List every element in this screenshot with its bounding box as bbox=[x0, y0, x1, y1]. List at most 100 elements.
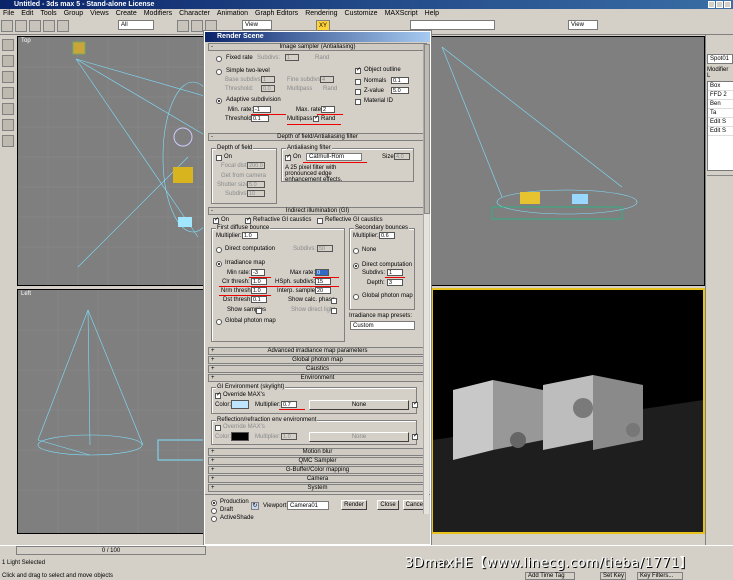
dof-on-checkbox[interactable] bbox=[216, 155, 222, 161]
gi-on-checkbox[interactable] bbox=[213, 216, 219, 224]
rollout-collapsed[interactable]: + Caustics bbox=[208, 365, 427, 373]
menu-item[interactable]: MAXScript bbox=[385, 9, 418, 18]
rollout-collapsed[interactable]: + Advanced irradiance map parameters bbox=[208, 347, 427, 355]
axis-xy-button[interactable]: XY bbox=[316, 20, 330, 31]
activeshade-radio[interactable] bbox=[211, 516, 217, 522]
refl-env-color-swatch[interactable] bbox=[231, 432, 249, 441]
undo-icon[interactable] bbox=[1, 20, 13, 32]
modifier-stack-item[interactable]: Edit S bbox=[708, 127, 733, 136]
gi-subdivs-spinner[interactable]: 50 bbox=[317, 245, 333, 252]
refractive-caustics-checkbox[interactable] bbox=[245, 216, 251, 224]
fine-subdivs-spinner[interactable]: 4 bbox=[320, 76, 334, 83]
fixed-rate-radio[interactable] bbox=[216, 56, 222, 62]
depth-spinner[interactable]: 3 bbox=[387, 279, 403, 286]
irradiance-presets-dropdown[interactable]: Custom bbox=[350, 321, 415, 330]
bind-icon[interactable] bbox=[57, 20, 69, 32]
modifier-stack-item[interactable]: Edit S bbox=[708, 118, 733, 127]
gi-env-map-checkbox[interactable] bbox=[412, 400, 418, 408]
subdivs-spinner[interactable]: 1 bbox=[285, 54, 299, 61]
view-dropdown[interactable]: View bbox=[568, 20, 598, 30]
show-samples-checkbox[interactable] bbox=[256, 308, 262, 314]
menu-item[interactable]: Graph Editors bbox=[255, 9, 298, 18]
zvalue-checkbox[interactable] bbox=[355, 89, 361, 95]
material-id-checkbox[interactable] bbox=[355, 99, 361, 105]
irradiance-map-radio[interactable] bbox=[216, 261, 222, 267]
modifier-stack-item[interactable]: FFD 2 bbox=[708, 91, 733, 100]
global-photon-radio[interactable] bbox=[216, 319, 222, 325]
reflective-caustics-checkbox[interactable] bbox=[317, 218, 323, 224]
dst-thresh-spinner[interactable]: 0.1 bbox=[251, 296, 267, 303]
viewport-left[interactable]: Left bbox=[17, 289, 207, 534]
set-key-button[interactable]: Set Key bbox=[600, 572, 626, 580]
modifier-stack-item[interactable]: Ta bbox=[708, 109, 733, 118]
add-time-tag[interactable]: Add Time Tag bbox=[525, 572, 575, 580]
menu-item[interactable]: Tools bbox=[40, 9, 56, 18]
tool-icon[interactable] bbox=[2, 119, 14, 131]
close-button[interactable]: Close bbox=[377, 500, 399, 510]
redo-icon[interactable] bbox=[15, 20, 27, 32]
window-controls[interactable] bbox=[708, 1, 731, 8]
selection-filter[interactable]: All bbox=[118, 20, 154, 30]
ref-coord-dropdown[interactable]: View bbox=[242, 20, 272, 30]
menu-item[interactable]: Animation bbox=[217, 9, 248, 18]
refl-env-multiplier-spinner[interactable]: 1.0 bbox=[281, 433, 297, 440]
focal-dist-spinner[interactable]: 200.0 bbox=[247, 162, 265, 169]
modifier-list[interactable]: Modifier L bbox=[707, 67, 733, 79]
aa-filter-dropdown[interactable]: Catmull-Rom bbox=[306, 153, 362, 161]
shutter-spinner[interactable]: 5.0 bbox=[247, 181, 265, 188]
dof-subdivs-spinner[interactable]: 10 bbox=[247, 190, 265, 197]
modifier-stack-item[interactable]: Ben bbox=[708, 100, 733, 109]
rollout-collapsed[interactable]: + System bbox=[208, 484, 427, 492]
link-icon[interactable] bbox=[29, 20, 41, 32]
time-slider[interactable]: 0 / 100 bbox=[16, 546, 206, 555]
viewport-camera[interactable] bbox=[431, 288, 705, 534]
viewport-dropdown[interactable]: Camera01 bbox=[287, 501, 329, 510]
named-selection[interactable] bbox=[410, 20, 495, 30]
rollout-collapsed[interactable]: + QMC Sampler bbox=[208, 457, 427, 465]
menu-item[interactable]: Customize bbox=[345, 9, 378, 18]
gi-multiplier-spinner[interactable]: 1.0 bbox=[242, 232, 258, 239]
secondary-none-radio[interactable] bbox=[353, 248, 359, 254]
gi-env-multiplier-spinner[interactable]: 0.7 bbox=[281, 401, 297, 408]
modifier-stack-item[interactable]: Box bbox=[708, 82, 733, 91]
rotate-icon[interactable] bbox=[191, 20, 203, 32]
threshold-spinner[interactable]: 0.1 bbox=[251, 115, 269, 122]
sec-subdivs-spinner[interactable]: 1 bbox=[387, 269, 403, 276]
draft-radio[interactable] bbox=[211, 508, 217, 514]
menu-item[interactable]: File bbox=[3, 9, 14, 18]
max-rate-spinner[interactable]: 2 bbox=[321, 106, 335, 113]
key-filters-button[interactable]: Key Filters... bbox=[637, 572, 683, 580]
menu-item[interactable]: Create bbox=[116, 9, 137, 18]
nrm-thresh-spinner[interactable]: 1.0 bbox=[251, 287, 267, 294]
production-radio[interactable] bbox=[211, 500, 217, 506]
normals-spinner[interactable]: 0.1 bbox=[391, 77, 409, 84]
rollout-collapsed[interactable]: + G-Buffer/Color mapping bbox=[208, 466, 427, 474]
rollout-collapsed[interactable]: + Camera bbox=[208, 475, 427, 483]
menu-item[interactable]: Group bbox=[64, 9, 83, 18]
gi-env-color-swatch[interactable] bbox=[231, 400, 249, 409]
menu-item[interactable]: Help bbox=[425, 9, 439, 18]
rollout-collapsed[interactable]: + Environment bbox=[208, 374, 427, 382]
object-name-field[interactable]: Spot01 bbox=[707, 54, 733, 64]
refl-env-override-checkbox[interactable] bbox=[215, 425, 221, 431]
tool-icon[interactable] bbox=[2, 135, 14, 147]
viewport-top[interactable]: Top bbox=[17, 36, 207, 286]
multipass-checkbox[interactable] bbox=[313, 114, 319, 122]
menu-item[interactable]: Rendering bbox=[305, 9, 337, 18]
clr-thresh-spinner[interactable]: 1.0 bbox=[251, 278, 267, 285]
close-icon[interactable] bbox=[724, 1, 731, 8]
direct-computation-radio[interactable] bbox=[216, 247, 222, 253]
irr-min-rate-spinner[interactable]: -3 bbox=[251, 269, 265, 276]
aa-on-checkbox[interactable] bbox=[285, 153, 291, 161]
normals-checkbox[interactable] bbox=[355, 79, 361, 85]
gi-env-override-checkbox[interactable] bbox=[215, 391, 221, 399]
rollout-dof-filter[interactable]: - Depth of field/Antialiasing filter bbox=[208, 133, 427, 141]
filter-size-spinner[interactable]: 4.0 bbox=[394, 153, 410, 160]
secondary-direct-radio[interactable] bbox=[353, 263, 359, 269]
move-icon[interactable] bbox=[177, 20, 189, 32]
dialog-scrollbar[interactable] bbox=[423, 44, 430, 514]
tool-icon[interactable] bbox=[2, 39, 14, 51]
refl-env-map-checkbox[interactable] bbox=[412, 432, 418, 440]
menu-item[interactable]: Edit bbox=[21, 9, 33, 18]
adaptive-subdivision-radio[interactable] bbox=[216, 98, 222, 104]
